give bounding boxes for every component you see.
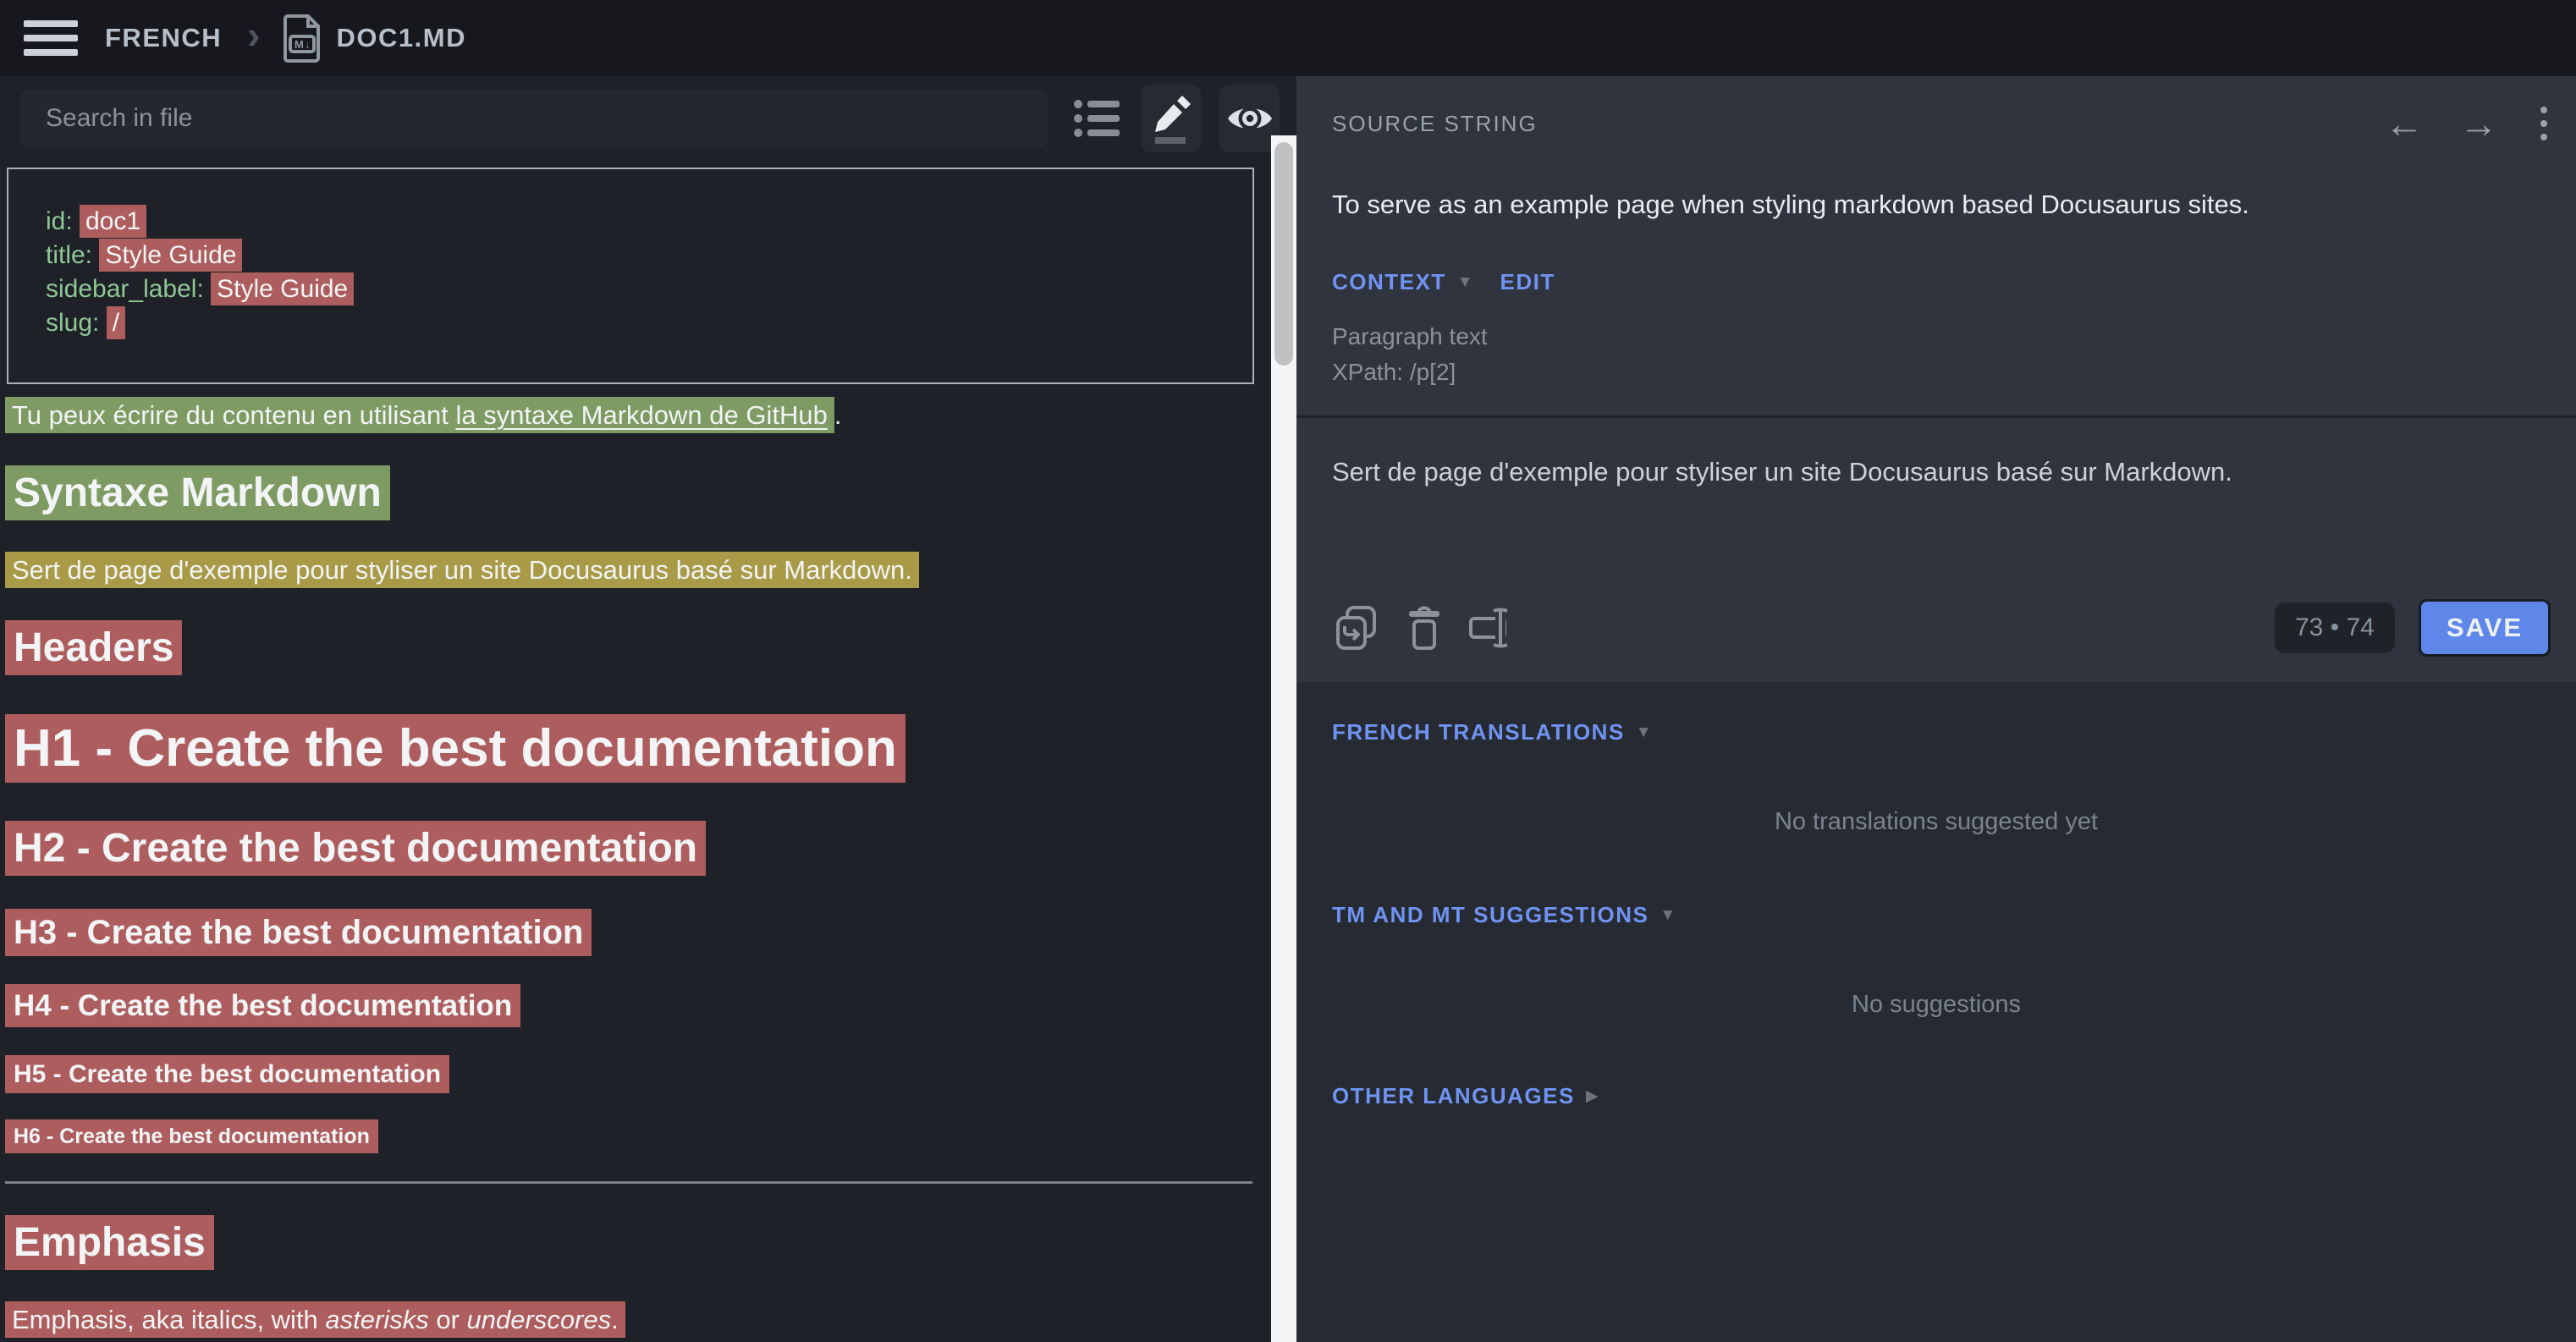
other-languages-section-toggle[interactable]: OTHER LANGUAGES ▶	[1332, 1083, 1598, 1109]
translations-empty-text: No translations suggested yet	[1332, 808, 2540, 836]
doc-string-h2[interactable]: Emphasis	[5, 1218, 214, 1268]
other-languages-label: OTHER LANGUAGES	[1332, 1083, 1575, 1109]
tm-mt-dropdown-icon: ▼	[1660, 906, 1676, 925]
frontmatter-line: title: Style Guide	[46, 239, 1215, 272]
text-cursor-icon	[1468, 606, 1516, 650]
topbar: FRENCH › M ↓ DOC1.MD	[0, 0, 2576, 76]
eye-icon	[1225, 98, 1275, 139]
doc-string-h2[interactable]: Headers	[5, 623, 182, 674]
doc-string-p[interactable]: Emphasis, aka italics, with asterisks or…	[5, 1304, 625, 1337]
breadcrumb-chevron-icon: ›	[247, 15, 260, 61]
doc-string-p[interactable]: Tu peux écrire du contenu en utilisant l…	[5, 399, 841, 432]
svg-text:M: M	[294, 38, 304, 51]
doc-string-h2[interactable]: H2 - Create the best documentation	[5, 823, 706, 874]
string-type: Paragraph text	[1332, 319, 2551, 355]
string-xpath: XPath: /p[2]	[1332, 355, 2551, 390]
main-split: id: doc1title: Style Guidesidebar_label:…	[0, 76, 2576, 1342]
edit-mode-button[interactable]	[1142, 85, 1202, 152]
doc-string-h6[interactable]: H6 - Create the best documentation	[5, 1124, 378, 1150]
document-toolbar	[0, 76, 1296, 161]
frontmatter-value-string[interactable]: Style Guide	[211, 272, 354, 305]
context-row: CONTEXT ▼ EDIT	[1332, 269, 2551, 295]
string-meta: Paragraph text XPath: /p[2]	[1332, 319, 2551, 390]
hamburger-icon	[24, 20, 78, 27]
save-button[interactable]: SAVE	[2419, 599, 2551, 657]
other-languages-expand-icon: ▶	[1586, 1086, 1599, 1106]
markdown-file-icon: M ↓	[283, 14, 322, 63]
delete-translation-button[interactable]	[1400, 603, 1449, 652]
doc-string-h1[interactable]: H1 - Create the best documentation	[5, 716, 905, 782]
copy-source-icon	[1335, 604, 1379, 652]
doc-blocks: Tu peux écrire du contenu en utilisant l…	[5, 384, 1256, 1342]
pencil-icon	[1148, 92, 1194, 145]
string-editor-card: SOURCE STRING ← → To serve as an example…	[1296, 76, 2576, 682]
breadcrumb-project[interactable]: FRENCH	[105, 23, 222, 53]
edit-context-button[interactable]: EDIT	[1500, 269, 1555, 295]
doc-string-h5[interactable]: H5 - Create the best documentation	[5, 1059, 449, 1091]
svg-text:↓: ↓	[305, 38, 311, 51]
translation-input[interactable]: Sert de page d'exemple pour styliser un …	[1332, 418, 2551, 575]
more-options-button[interactable]	[2537, 103, 2551, 144]
tm-empty-text: No suggestions	[1332, 991, 2540, 1019]
document-scrollbar-track[interactable]	[1271, 135, 1296, 1342]
editor-toolbar: 73 • 74 SAVE	[1332, 575, 2551, 682]
frontmatter-value-string[interactable]: doc1	[80, 205, 146, 238]
doc-string-h3[interactable]: H3 - Create the best documentation	[5, 911, 592, 954]
context-toggle[interactable]: CONTEXT	[1332, 269, 1446, 295]
source-string-text: To serve as an example page when styling…	[1332, 190, 2551, 220]
frontmatter-line: id: doc1	[46, 205, 1215, 239]
frontmatter-key: slug:	[46, 309, 107, 337]
frontmatter-box: id: doc1title: Style Guidesidebar_label:…	[7, 168, 1254, 384]
copy-source-button[interactable]	[1332, 603, 1381, 652]
hamburger-menu-button[interactable]	[24, 17, 80, 59]
frontmatter-key: sidebar_label:	[46, 275, 211, 303]
context-dropdown-icon: ▼	[1457, 273, 1473, 292]
insert-special-character-button[interactable]	[1467, 603, 1516, 652]
frontmatter-value-string[interactable]: /	[107, 306, 125, 339]
french-translations-dropdown-icon: ▼	[1636, 723, 1652, 742]
source-string-label: SOURCE STRING	[1332, 111, 1538, 137]
frontmatter-key: id:	[46, 207, 80, 235]
inline-link: la syntaxe Markdown de GitHub	[455, 400, 827, 430]
horizontal-rule	[5, 1181, 1252, 1184]
forward-arrow-icon: →	[2459, 102, 2498, 146]
list-icon	[1072, 94, 1121, 143]
search-input[interactable]	[20, 90, 1048, 147]
trash-icon	[1406, 604, 1443, 652]
next-string-button[interactable]: →	[2459, 104, 2498, 143]
character-count-badge: 73 • 74	[2275, 602, 2395, 653]
frontmatter-line: slug: /	[46, 306, 1215, 340]
kebab-icon	[2540, 107, 2547, 113]
document-panel: id: doc1title: Style Guidesidebar_label:…	[0, 76, 1296, 1342]
frontmatter-key: title:	[46, 241, 99, 269]
breadcrumb-file[interactable]: DOC1.MD	[337, 23, 466, 53]
french-translations-label: FRENCH TRANSLATIONS	[1332, 719, 1625, 745]
doc-string-h2[interactable]: Syntaxe Markdown	[5, 468, 390, 519]
tm-mt-section-toggle[interactable]: TM AND MT SUGGESTIONS ▼	[1332, 902, 1676, 928]
frontmatter-line: sidebar_label: Style Guide	[46, 272, 1215, 306]
tm-mt-label: TM AND MT SUGGESTIONS	[1332, 902, 1649, 928]
previous-string-button[interactable]: ←	[2385, 104, 2424, 143]
back-arrow-icon: ←	[2385, 102, 2424, 146]
string-list-button[interactable]	[1066, 85, 1126, 152]
translation-panel: SOURCE STRING ← → To serve as an example…	[1296, 76, 2576, 1342]
suggestions-area: FRENCH TRANSLATIONS ▼ No translations su…	[1296, 682, 2576, 1342]
frontmatter-value-string[interactable]: Style Guide	[99, 239, 242, 272]
french-translations-section-toggle[interactable]: FRENCH TRANSLATIONS ▼	[1332, 719, 1652, 745]
document-scrollbar-thumb[interactable]	[1274, 142, 1293, 366]
doc-string-h4[interactable]: H4 - Create the best documentation	[5, 987, 520, 1025]
doc-string-p[interactable]: Sert de page d'exemple pour styliser un …	[5, 554, 919, 587]
editor-header: SOURCE STRING ← →	[1332, 76, 2551, 144]
document-content: id: doc1title: Style Guidesidebar_label:…	[0, 161, 1296, 1342]
